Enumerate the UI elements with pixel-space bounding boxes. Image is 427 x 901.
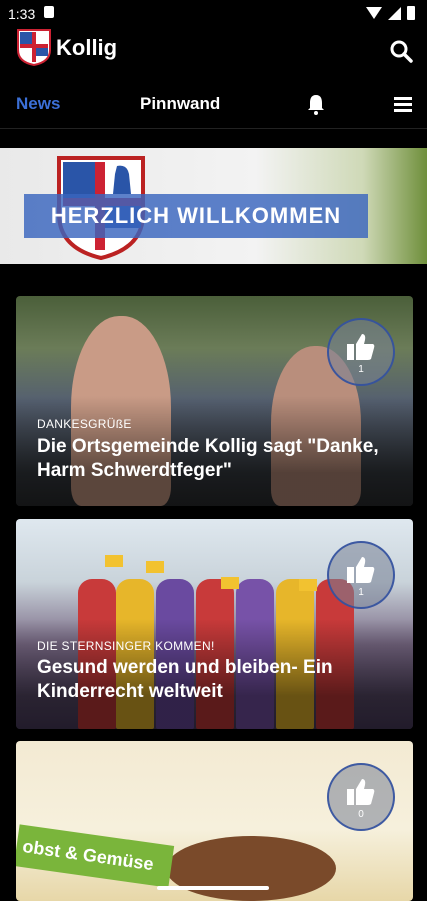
home-indicator[interactable]	[157, 886, 269, 890]
like-count: 0	[358, 809, 364, 820]
crown-icon	[299, 579, 317, 591]
signal-icon	[388, 6, 401, 20]
news-card[interactable]: 1 DIE STERNSINGER KOMMEN! Gesund werden …	[16, 519, 413, 729]
search-icon	[390, 40, 413, 63]
post-category: DIE STERNSINGER KOMMEN!	[37, 639, 215, 653]
notification-icon	[44, 6, 54, 18]
app-bar: Kollig	[0, 28, 427, 72]
post-title: Gesund werden und bleiben- Ein Kinderrec…	[37, 657, 333, 702]
like-button[interactable]: 1	[327, 318, 395, 386]
status-bar: 1:33	[0, 0, 427, 28]
photo-fountain	[166, 836, 336, 901]
post-category: DANKESGRÜßE	[37, 417, 132, 431]
divider	[0, 128, 427, 129]
news-card[interactable]: obst & Gemüse 0	[16, 741, 413, 901]
thumbs-up-icon	[347, 334, 375, 360]
crown-icon	[146, 561, 164, 573]
crown-icon	[221, 577, 239, 589]
battery-icon	[407, 6, 415, 20]
tab-news[interactable]: News	[16, 94, 60, 114]
status-icons	[366, 6, 415, 20]
like-count: 1	[358, 364, 364, 375]
like-button[interactable]: 0	[327, 763, 395, 831]
bell-icon	[308, 95, 324, 115]
thumbs-up-icon	[347, 779, 375, 805]
app-title: Kollig	[56, 35, 118, 60]
welcome-banner: HERZLICH WILLKOMMEN	[24, 194, 368, 238]
welcome-header: HERZLICH WILLKOMMEN	[0, 148, 427, 264]
nav-bar: News Pinnwand	[0, 84, 427, 124]
search-button[interactable]	[387, 36, 417, 66]
wifi-icon	[366, 7, 382, 19]
post-title: Die Ortsgemeinde Kollig sagt "Danke, Har…	[37, 436, 379, 481]
crown-icon	[105, 555, 123, 567]
tab-pinnwand[interactable]: Pinnwand	[140, 94, 220, 114]
hamburger-icon	[394, 97, 412, 112]
status-time: 1:33	[8, 6, 36, 22]
notifications-button[interactable]	[304, 92, 328, 116]
kollig-logo	[17, 29, 51, 66]
shop-sign: obst & Gemüse	[16, 824, 175, 888]
thumbs-up-icon	[347, 557, 375, 583]
menu-button[interactable]	[391, 92, 415, 116]
news-card[interactable]: 1 DANKESGRÜßE Die Ortsgemeinde Kollig sa…	[16, 296, 413, 506]
like-button[interactable]: 1	[327, 541, 395, 609]
like-count: 1	[358, 587, 364, 598]
